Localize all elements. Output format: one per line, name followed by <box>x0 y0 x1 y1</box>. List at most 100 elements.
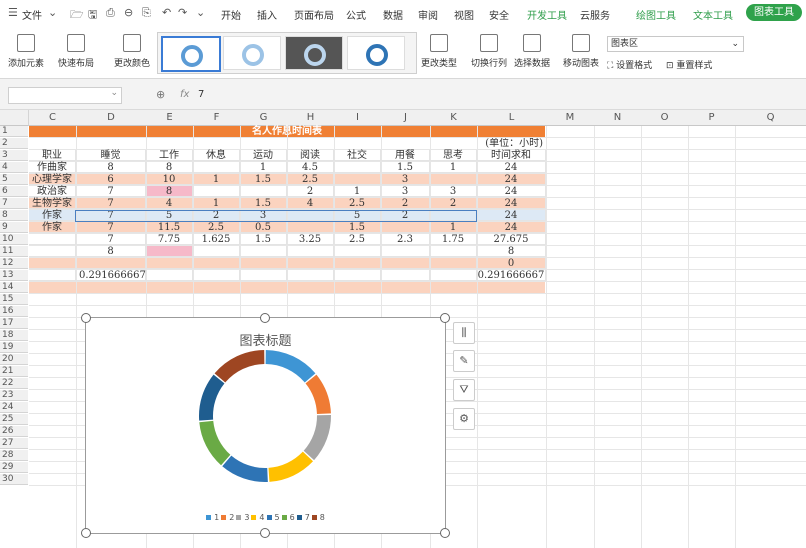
row-header[interactable]: 18 <box>0 330 28 341</box>
save-icon[interactable]: 🖫 <box>88 6 97 25</box>
sheet-cell[interactable]: 24 <box>477 174 546 185</box>
row-header[interactable]: 8 <box>0 210 28 221</box>
sheet-cell[interactable] <box>381 246 430 257</box>
resize-handle[interactable] <box>440 528 450 538</box>
chart-filter-icon[interactable]: ⛛ <box>453 379 475 401</box>
tab-formulas[interactable]: 公式 <box>346 7 366 22</box>
row-header[interactable]: 16 <box>0 306 28 317</box>
tab-developer[interactable]: 开发工具 <box>527 7 567 22</box>
column-header[interactable]: F <box>193 110 241 126</box>
row-header[interactable]: 21 <box>0 366 28 377</box>
sheet-cell[interactable]: 作曲家 <box>29 162 76 173</box>
row-header[interactable]: 15 <box>0 294 28 305</box>
sheet-cell[interactable]: 1.5 <box>240 234 287 245</box>
row-header[interactable]: 28 <box>0 450 28 461</box>
sheet-cell[interactable]: 7 <box>76 198 146 209</box>
sheet-cell[interactable] <box>29 246 76 257</box>
column-header[interactable]: H <box>287 110 335 126</box>
move-chart-button[interactable]: 移动图表 <box>563 34 599 69</box>
sheet-cell[interactable]: 2.3 <box>381 234 430 245</box>
sheet-cell[interactable] <box>334 162 381 173</box>
sheet-cell[interactable]: 阅读 <box>287 150 334 161</box>
reset-style-button[interactable]: ⊡ 重置样式 <box>666 58 712 71</box>
sheet-cell[interactable] <box>76 258 146 269</box>
chevron-down-icon[interactable]: ⌄ <box>48 6 57 19</box>
row-header[interactable]: 12 <box>0 258 28 269</box>
sheet-cell[interactable] <box>29 258 76 269</box>
sheet-cell[interactable]: 3 <box>430 186 477 197</box>
sheet-cell[interactable]: 2.5 <box>334 198 381 209</box>
sheet-cell[interactable]: 7 <box>76 186 146 197</box>
sheet-cell[interactable]: 心理学家 <box>29 174 76 185</box>
sheet-cell[interactable]: 2.5 <box>287 174 334 185</box>
sheet-cell[interactable] <box>430 174 477 185</box>
sheet-cell[interactable] <box>381 258 430 269</box>
column-header[interactable]: P <box>688 110 736 126</box>
sheet-cell[interactable]: 1 <box>430 222 477 233</box>
row-header[interactable]: 26 <box>0 426 28 437</box>
column-header[interactable]: M <box>546 110 595 126</box>
row-header[interactable]: 24 <box>0 402 28 413</box>
sheet-cell[interactable]: 11.5 <box>146 222 193 233</box>
column-header[interactable]: E <box>146 110 194 126</box>
row-header[interactable]: 9 <box>0 222 28 233</box>
sheet-cell[interactable]: 1.5 <box>240 198 287 209</box>
sheet-cell[interactable]: 0.291666667 <box>76 270 146 281</box>
row-header[interactable]: 17 <box>0 318 28 329</box>
sheet-cell[interactable]: 2 <box>381 198 430 209</box>
unit-label[interactable]: (单位：小时) <box>450 138 545 149</box>
column-header[interactable]: I <box>334 110 382 126</box>
more-icon[interactable]: ⌄ <box>196 6 205 19</box>
sheet-cell[interactable]: 职业 <box>29 150 76 161</box>
sheet-cell[interactable] <box>146 258 193 269</box>
resize-handle[interactable] <box>440 313 450 323</box>
row-header[interactable]: 13 <box>0 270 28 281</box>
sheet-cell[interactable] <box>240 186 287 197</box>
row-header[interactable]: 6 <box>0 186 28 197</box>
sheet-cell[interactable] <box>381 222 430 233</box>
sheet-cell[interactable] <box>430 246 477 257</box>
sheet-cell[interactable]: 24 <box>477 162 546 173</box>
sheet-cell[interactable] <box>334 258 381 269</box>
column-header[interactable]: J <box>381 110 431 126</box>
sheet-cell[interactable]: 1.625 <box>193 234 240 245</box>
fx-icon[interactable]: fx <box>180 89 189 100</box>
donut-slice-3[interactable] <box>303 414 331 461</box>
row-header[interactable]: 3 <box>0 150 28 161</box>
sheet-cell[interactable]: 7 <box>76 234 146 245</box>
sheet-cell[interactable]: 4 <box>146 198 193 209</box>
resize-handle[interactable] <box>260 528 270 538</box>
sheet-cell[interactable] <box>334 270 381 281</box>
column-header[interactable]: G <box>240 110 288 126</box>
select-all-corner[interactable] <box>0 110 29 126</box>
sheet-cell[interactable]: 6 <box>76 174 146 185</box>
row-header[interactable]: 25 <box>0 414 28 425</box>
export-icon[interactable]: ⎘ <box>142 6 151 20</box>
tab-cloud[interactable]: 云服务 <box>580 7 610 22</box>
sheet-cell[interactable] <box>29 234 76 245</box>
row-header[interactable]: 30 <box>0 474 28 485</box>
tab-page-layout[interactable]: 页面布局 <box>294 7 334 22</box>
resize-handle[interactable] <box>260 313 270 323</box>
print-icon[interactable]: ⎙ <box>106 6 115 20</box>
sheet-cell[interactable] <box>287 270 334 281</box>
sheet-cell[interactable]: 24 <box>477 186 546 197</box>
donut-slice-7[interactable] <box>199 374 225 421</box>
sheet-cell[interactable] <box>430 258 477 269</box>
sheet-cell[interactable]: 0 <box>477 258 546 269</box>
column-header[interactable]: K <box>430 110 478 126</box>
sheet-cell[interactable] <box>29 270 76 281</box>
sheet-cell[interactable] <box>240 246 287 257</box>
sheet-cell[interactable]: 3 <box>381 174 430 185</box>
column-header[interactable]: L <box>477 110 547 126</box>
sheet-cell[interactable]: 1 <box>430 162 477 173</box>
row-header[interactable]: 4 <box>0 162 28 173</box>
sheet-cell[interactable]: 1.75 <box>430 234 477 245</box>
sheet-cell[interactable] <box>334 246 381 257</box>
tab-drawing-tools[interactable]: 绘图工具 <box>636 7 676 22</box>
undo-icon[interactable]: ↶ <box>162 6 171 19</box>
select-data-button[interactable]: 选择数据 <box>514 34 550 69</box>
sheet-cell[interactable]: 工作 <box>146 150 193 161</box>
row-header[interactable]: 27 <box>0 438 28 449</box>
donut-slice-8[interactable] <box>214 350 265 383</box>
